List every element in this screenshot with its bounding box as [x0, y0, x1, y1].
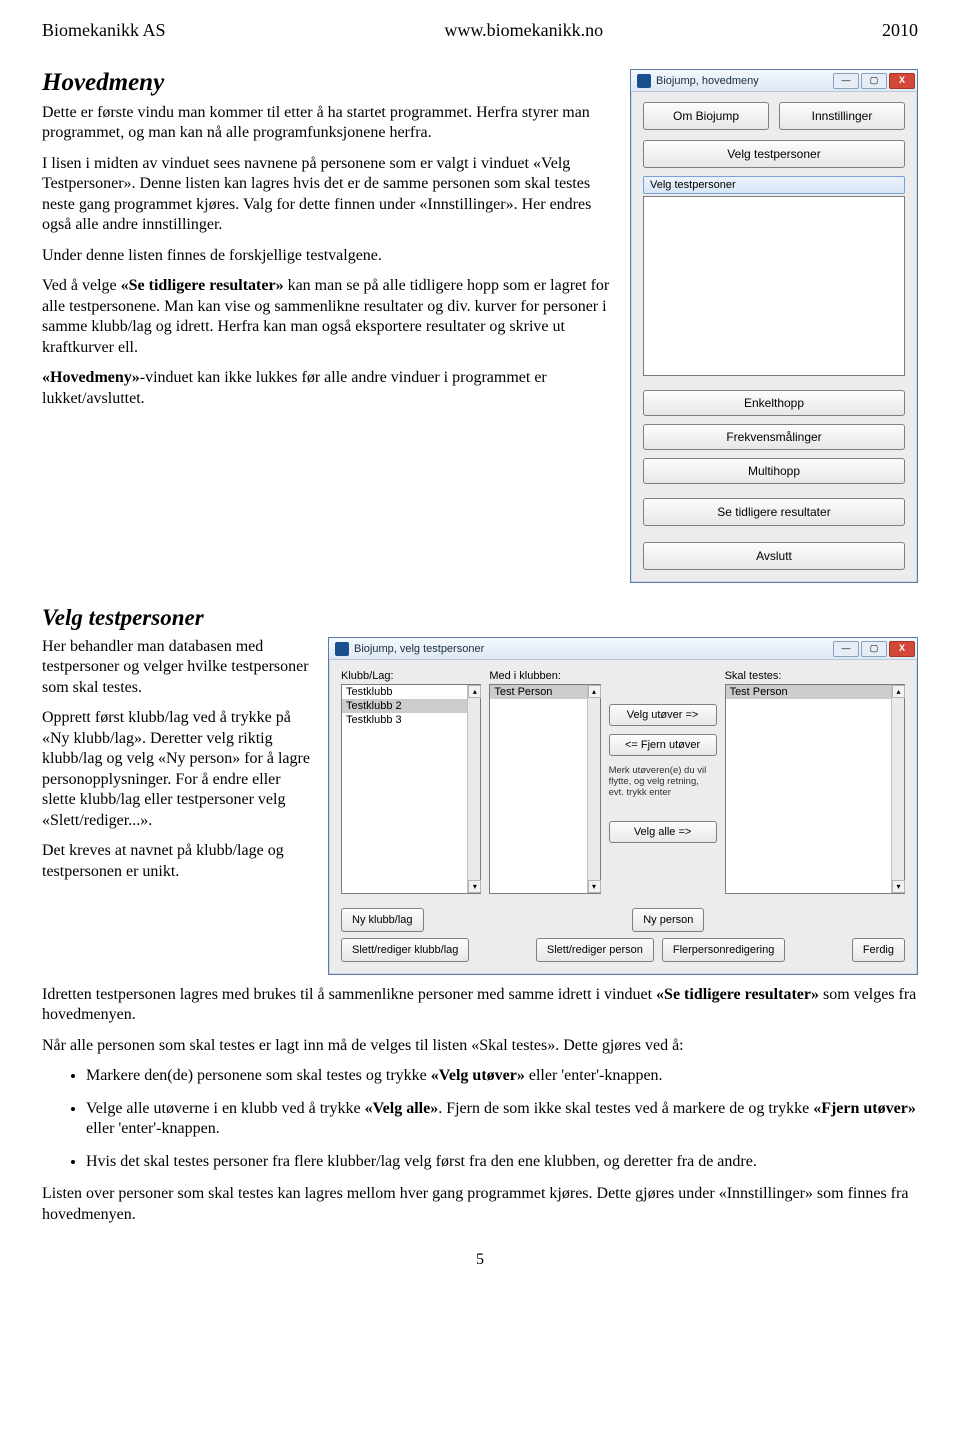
hint-text: Merk utøveren(e) du vil flytte, og velg … [609, 766, 717, 799]
slett-rediger-klubb-button[interactable]: Slett/rediger klubb/lag [341, 938, 469, 962]
scroll-down-icon[interactable]: ▾ [892, 880, 905, 893]
list-item[interactable]: Testklubb 2 [342, 699, 480, 713]
ny-klubb-lag-button[interactable]: Ny klubb/lag [341, 908, 424, 932]
window-titlebar[interactable]: Biojump, velg testpersoner — ▢ X [329, 638, 917, 660]
list-item[interactable]: Test Person [490, 685, 599, 699]
scroll-up-icon[interactable]: ▴ [588, 685, 601, 698]
med-i-klubben-label: Med i klubben: [489, 670, 716, 682]
avslutt-button[interactable]: Avslutt [643, 542, 905, 570]
hovedmeny-window: Biojump, hovedmeny — ▢ X Om Biojump Inns… [630, 69, 918, 583]
ny-person-button[interactable]: Ny person [632, 908, 704, 932]
frekvensmalinger-button[interactable]: Frekvensmålinger [643, 424, 905, 450]
minimize-button[interactable]: — [833, 641, 859, 657]
hovedmeny-p3: Under denne listen finnes de forskjellig… [42, 246, 612, 266]
med-i-klubben-listbox[interactable]: Test Person ▴ ▾ [489, 684, 600, 894]
enkelthopp-button[interactable]: Enkelthopp [643, 390, 905, 416]
velg-p3: Det kreves at navnet på klubb/lage og te… [42, 841, 310, 882]
klubb-lag-listbox[interactable]: Testklubb Testklubb 2 Testklubb 3 ▴ ▾ [341, 684, 481, 894]
window-title: Biojump, hovedmeny [656, 75, 833, 87]
list-item[interactable]: Testklubb [342, 685, 480, 699]
app-icon [335, 642, 349, 656]
close-button[interactable]: X [889, 73, 915, 89]
velg-p2: Opprett først klubb/lag ved å trykke på … [42, 708, 310, 831]
velg-testpersoner-button[interactable]: Velg testpersoner [643, 140, 905, 168]
doc-year: 2010 [882, 20, 918, 41]
velg-alle-button[interactable]: Velg alle => [609, 821, 717, 843]
bottom-p1: Idretten testpersonen lagres med brukes … [42, 985, 918, 1026]
scroll-down-icon[interactable]: ▾ [468, 880, 481, 893]
hovedmeny-p4: Ved å velge «Se tidligere resultater» ka… [42, 276, 612, 358]
bottom-p2: Når alle personen som skal testes er lag… [42, 1036, 918, 1056]
fjern-utover-button[interactable]: <= Fjern utøver [609, 734, 717, 756]
velg-testpersoner-heading: Velg testpersoner [42, 605, 918, 631]
scroll-down-icon[interactable]: ▾ [588, 880, 601, 893]
multihopp-button[interactable]: Multihopp [643, 458, 905, 484]
se-tidligere-resultater-button[interactable]: Se tidligere resultater [643, 498, 905, 526]
innstillinger-button[interactable]: Innstillinger [779, 102, 905, 130]
scrollbar[interactable]: ▴ ▾ [891, 685, 904, 893]
scroll-up-icon[interactable]: ▴ [892, 685, 905, 698]
scrollbar[interactable]: ▴ ▾ [467, 685, 480, 893]
hovedmeny-p2: I lisen i midten av vinduet sees navnene… [42, 154, 612, 236]
maximize-button[interactable]: ▢ [861, 641, 887, 657]
scroll-up-icon[interactable]: ▴ [468, 685, 481, 698]
testperson-listbox[interactable] [643, 196, 905, 376]
doc-company: Biomekanikk AS [42, 20, 166, 41]
window-title: Biojump, velg testpersoner [354, 643, 833, 655]
page-number: 5 [42, 1251, 918, 1269]
minimize-button[interactable]: — [833, 73, 859, 89]
skal-testes-label: Skal testes: [725, 670, 905, 682]
hovedmeny-heading: Hovedmeny [42, 69, 612, 97]
bullet-item: Markere den(de) personene som skal teste… [86, 1066, 918, 1086]
flerpersonredigering-button[interactable]: Flerpersonredigering [662, 938, 786, 962]
slett-rediger-person-button[interactable]: Slett/rediger person [536, 938, 654, 962]
scrollbar[interactable]: ▴ ▾ [587, 685, 600, 893]
window-titlebar[interactable]: Biojump, hovedmeny — ▢ X [631, 70, 917, 92]
hovedmeny-p1: Dette er første vindu man kommer til ett… [42, 103, 612, 144]
bullet-item: Velge alle utøverne i en klubb ved å try… [86, 1099, 918, 1140]
ferdig-button[interactable]: Ferdig [852, 938, 905, 962]
list-item[interactable]: Test Person [726, 685, 904, 699]
velg-utover-button[interactable]: Velg utøver => [609, 704, 717, 726]
doc-url: www.biomekanikk.no [444, 20, 603, 41]
list-item[interactable]: Testklubb 3 [342, 713, 480, 727]
bullet-item: Hvis det skal testes personer fra flere … [86, 1152, 918, 1172]
skal-testes-listbox[interactable]: Test Person ▴ ▾ [725, 684, 905, 894]
hovedmeny-p5: «Hovedmeny»-vinduet kan ikke lukkes før … [42, 368, 612, 409]
maximize-button[interactable]: ▢ [861, 73, 887, 89]
om-biojump-button[interactable]: Om Biojump [643, 102, 769, 130]
app-icon [637, 74, 651, 88]
velg-p1: Her behandler man databasen med testpers… [42, 637, 310, 698]
bottom-p3: Listen over personer som skal testes kan… [42, 1184, 918, 1225]
klubb-lag-label: Klubb/Lag: [341, 670, 481, 682]
close-button[interactable]: X [889, 641, 915, 657]
velg-testpersoner-window: Biojump, velg testpersoner — ▢ X Klubb/L… [328, 637, 918, 975]
list-label: Velg testpersoner [643, 176, 905, 194]
